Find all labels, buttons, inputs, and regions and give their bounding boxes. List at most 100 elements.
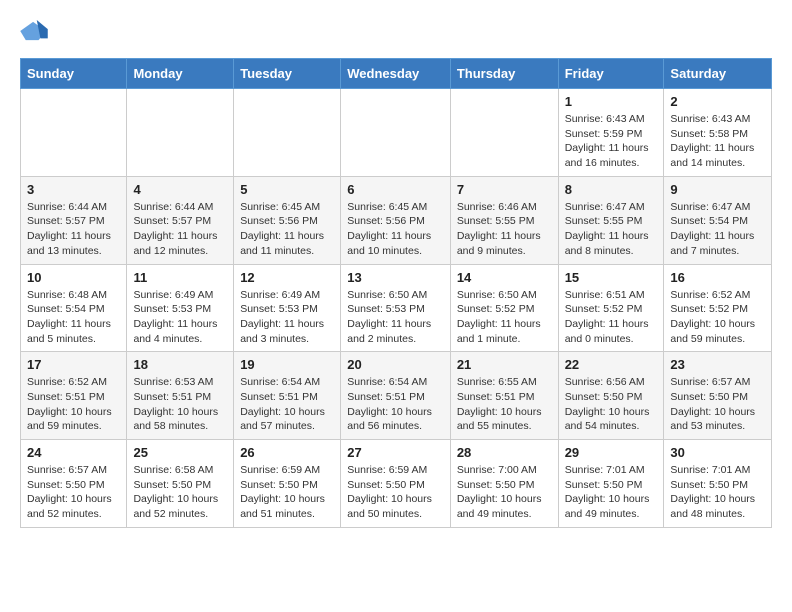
calendar-table: SundayMondayTuesdayWednesdayThursdayFrid… [20,58,772,528]
col-header-friday: Friday [558,59,664,89]
col-header-monday: Monday [127,59,234,89]
day-number: 26 [240,445,334,460]
day-number: 9 [670,182,765,197]
calendar-cell: 19 Sunrise: 6:54 AM Sunset: 5:51 PM Dayli… [234,352,341,440]
day-number: 2 [670,94,765,109]
day-number: 25 [133,445,227,460]
day-info: Sunrise: 6:58 AM Sunset: 5:50 PM Dayligh… [133,463,227,522]
day-number: 12 [240,270,334,285]
day-number: 29 [565,445,658,460]
calendar-cell: 5 Sunrise: 6:45 AM Sunset: 5:56 PM Daylig… [234,176,341,264]
calendar-week-row: 10 Sunrise: 6:48 AM Sunset: 5:54 PM Dayli… [21,264,772,352]
calendar-cell: 26 Sunrise: 6:59 AM Sunset: 5:50 PM Dayli… [234,440,341,528]
day-info: Sunrise: 6:59 AM Sunset: 5:50 PM Dayligh… [347,463,444,522]
day-info: Sunrise: 6:50 AM Sunset: 5:52 PM Dayligh… [457,288,552,347]
day-number: 18 [133,357,227,372]
day-info: Sunrise: 6:52 AM Sunset: 5:52 PM Dayligh… [670,288,765,347]
calendar-cell: 30Sunrise: 7:01 AM Sunset: 5:50 PM Dayli… [664,440,772,528]
calendar-cell: 28 Sunrise: 7:00 AM Sunset: 5:50 PM Dayli… [450,440,558,528]
calendar-week-row: 17Sunrise: 6:52 AM Sunset: 5:51 PM Dayli… [21,352,772,440]
day-number: 6 [347,182,444,197]
day-info: Sunrise: 6:43 AM Sunset: 5:59 PM Dayligh… [565,112,658,171]
calendar-cell: 14 Sunrise: 6:50 AM Sunset: 5:52 PM Dayli… [450,264,558,352]
calendar-cell [234,89,341,177]
day-info: Sunrise: 6:53 AM Sunset: 5:51 PM Dayligh… [133,375,227,434]
logo [20,20,52,42]
day-info: Sunrise: 6:49 AM Sunset: 5:53 PM Dayligh… [240,288,334,347]
day-info: Sunrise: 6:47 AM Sunset: 5:54 PM Dayligh… [670,200,765,259]
day-info: Sunrise: 6:44 AM Sunset: 5:57 PM Dayligh… [133,200,227,259]
calendar-cell: 13Sunrise: 6:50 AM Sunset: 5:53 PM Dayli… [341,264,451,352]
day-info: Sunrise: 7:01 AM Sunset: 5:50 PM Dayligh… [670,463,765,522]
day-number: 27 [347,445,444,460]
col-header-tuesday: Tuesday [234,59,341,89]
day-number: 20 [347,357,444,372]
calendar-cell [341,89,451,177]
day-number: 3 [27,182,120,197]
calendar-cell: 2 Sunrise: 6:43 AM Sunset: 5:58 PM Daylig… [664,89,772,177]
calendar-cell: 20 Sunrise: 6:54 AM Sunset: 5:51 PM Dayli… [341,352,451,440]
day-info: Sunrise: 6:48 AM Sunset: 5:54 PM Dayligh… [27,288,120,347]
day-number: 4 [133,182,227,197]
calendar-cell: 25 Sunrise: 6:58 AM Sunset: 5:50 PM Dayli… [127,440,234,528]
calendar-cell: 27 Sunrise: 6:59 AM Sunset: 5:50 PM Dayli… [341,440,451,528]
day-number: 23 [670,357,765,372]
day-info: Sunrise: 6:43 AM Sunset: 5:58 PM Dayligh… [670,112,765,171]
calendar-week-row: 1 Sunrise: 6:43 AM Sunset: 5:59 PM Daylig… [21,89,772,177]
day-number: 24 [27,445,120,460]
col-header-saturday: Saturday [664,59,772,89]
calendar-cell: 3 Sunrise: 6:44 AM Sunset: 5:57 PM Daylig… [21,176,127,264]
calendar-cell [127,89,234,177]
day-number: 22 [565,357,658,372]
day-number: 21 [457,357,552,372]
day-info: Sunrise: 6:51 AM Sunset: 5:52 PM Dayligh… [565,288,658,347]
day-info: Sunrise: 7:00 AM Sunset: 5:50 PM Dayligh… [457,463,552,522]
calendar-week-row: 3 Sunrise: 6:44 AM Sunset: 5:57 PM Daylig… [21,176,772,264]
day-number: 11 [133,270,227,285]
day-info: Sunrise: 6:57 AM Sunset: 5:50 PM Dayligh… [27,463,120,522]
calendar-cell: 11Sunrise: 6:49 AM Sunset: 5:53 PM Dayli… [127,264,234,352]
day-info: Sunrise: 6:54 AM Sunset: 5:51 PM Dayligh… [347,375,444,434]
day-info: Sunrise: 6:56 AM Sunset: 5:50 PM Dayligh… [565,375,658,434]
calendar-cell: 7 Sunrise: 6:46 AM Sunset: 5:55 PM Daylig… [450,176,558,264]
day-info: Sunrise: 6:46 AM Sunset: 5:55 PM Dayligh… [457,200,552,259]
day-info: Sunrise: 7:01 AM Sunset: 5:50 PM Dayligh… [565,463,658,522]
calendar-cell: 9 Sunrise: 6:47 AM Sunset: 5:54 PM Daylig… [664,176,772,264]
day-info: Sunrise: 6:50 AM Sunset: 5:53 PM Dayligh… [347,288,444,347]
col-header-thursday: Thursday [450,59,558,89]
day-info: Sunrise: 6:47 AM Sunset: 5:55 PM Dayligh… [565,200,658,259]
day-info: Sunrise: 6:44 AM Sunset: 5:57 PM Dayligh… [27,200,120,259]
calendar-cell: 24 Sunrise: 6:57 AM Sunset: 5:50 PM Dayli… [21,440,127,528]
day-number: 19 [240,357,334,372]
day-number: 14 [457,270,552,285]
page-header [20,20,772,42]
calendar-cell: 4 Sunrise: 6:44 AM Sunset: 5:57 PM Daylig… [127,176,234,264]
calendar-cell: 23 Sunrise: 6:57 AM Sunset: 5:50 PM Dayli… [664,352,772,440]
day-number: 28 [457,445,552,460]
calendar-week-row: 24 Sunrise: 6:57 AM Sunset: 5:50 PM Dayli… [21,440,772,528]
day-info: Sunrise: 6:54 AM Sunset: 5:51 PM Dayligh… [240,375,334,434]
calendar-cell: 6Sunrise: 6:45 AM Sunset: 5:56 PM Daylig… [341,176,451,264]
day-number: 7 [457,182,552,197]
day-number: 16 [670,270,765,285]
calendar-cell: 16 Sunrise: 6:52 AM Sunset: 5:52 PM Dayli… [664,264,772,352]
day-info: Sunrise: 6:52 AM Sunset: 5:51 PM Dayligh… [27,375,120,434]
calendar-cell: 29 Sunrise: 7:01 AM Sunset: 5:50 PM Dayli… [558,440,664,528]
day-info: Sunrise: 6:57 AM Sunset: 5:50 PM Dayligh… [670,375,765,434]
calendar-cell: 15Sunrise: 6:51 AM Sunset: 5:52 PM Dayli… [558,264,664,352]
day-number: 8 [565,182,658,197]
day-number: 1 [565,94,658,109]
day-number: 5 [240,182,334,197]
day-number: 10 [27,270,120,285]
calendar-cell: 17Sunrise: 6:52 AM Sunset: 5:51 PM Dayli… [21,352,127,440]
calendar-cell: 1 Sunrise: 6:43 AM Sunset: 5:59 PM Daylig… [558,89,664,177]
calendar-cell: 22 Sunrise: 6:56 AM Sunset: 5:50 PM Dayli… [558,352,664,440]
calendar-cell [450,89,558,177]
calendar-cell: 18 Sunrise: 6:53 AM Sunset: 5:51 PM Dayli… [127,352,234,440]
day-info: Sunrise: 6:45 AM Sunset: 5:56 PM Dayligh… [240,200,334,259]
col-header-sunday: Sunday [21,59,127,89]
col-header-wednesday: Wednesday [341,59,451,89]
logo-icon [20,20,48,42]
day-info: Sunrise: 6:59 AM Sunset: 5:50 PM Dayligh… [240,463,334,522]
calendar-cell [21,89,127,177]
